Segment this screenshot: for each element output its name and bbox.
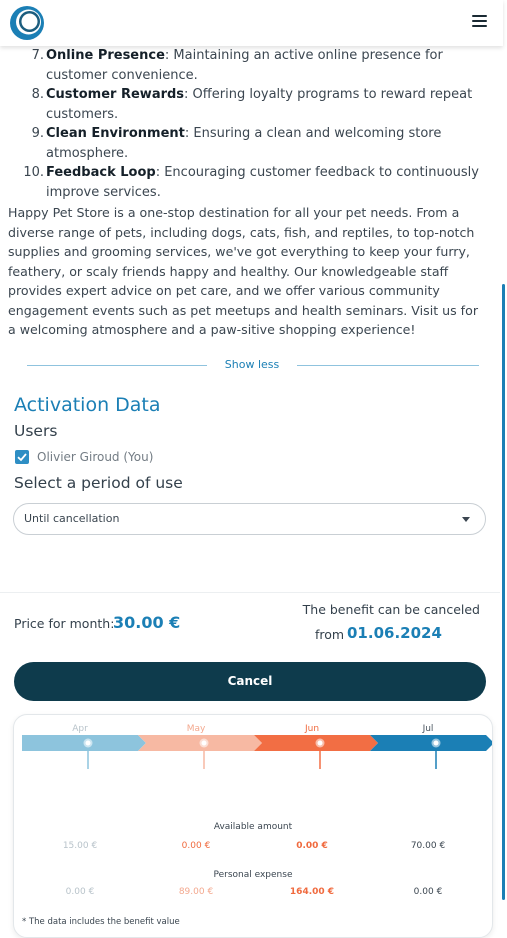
scrollbar[interactable] <box>502 284 505 900</box>
personal-expense-value: 0.00 € <box>65 887 95 897</box>
show-less-divider: Show less <box>27 356 479 376</box>
cancel-button[interactable]: Cancel <box>14 662 486 701</box>
timeline-month-label: Jul <box>422 724 434 734</box>
period-select[interactable]: Until cancellation <box>13 503 486 535</box>
feature-item: 9. Clean Environment: Ensuring a clean an… <box>0 124 480 163</box>
hamburger-menu-icon[interactable] <box>472 15 487 29</box>
feature-item: 7. Online Presence: Maintaining an active… <box>0 46 480 85</box>
benefit-from-date: 01.06.2024 <box>347 624 442 642</box>
personal-expense-value: 164.00 € <box>289 887 335 897</box>
feature-list: 7. Online Presence: Maintaining an active… <box>0 46 480 202</box>
checkbox-checked-icon[interactable] <box>15 450 29 464</box>
benefit-footnote: * The data includes the benefit value <box>22 917 180 927</box>
timeline-month-label: May <box>186 724 206 734</box>
available-amount-value: 0.00 € <box>296 841 328 851</box>
available-amount-value: 70.00 € <box>410 841 446 851</box>
users-label: Users <box>14 422 58 440</box>
available-amount-value: 15.00 € <box>62 841 98 851</box>
section-divider <box>0 592 500 593</box>
chevron-down-icon <box>462 517 470 522</box>
benefit-from-label: from <box>315 627 345 642</box>
available-amount-label: Available amount <box>213 822 293 832</box>
feature-title: Clean Environment <box>46 126 185 141</box>
show-less-link[interactable]: Show less <box>217 358 287 371</box>
timeline-dot <box>85 740 91 746</box>
personal-expense-value: 0.00 € <box>413 887 443 897</box>
available-amount-value: 0.00 € <box>181 841 211 851</box>
feature-title: Online Presence <box>46 48 165 63</box>
period-label: Select a period of use <box>14 474 183 492</box>
period-select-value: Until cancellation <box>24 512 120 525</box>
activation-data-title: Activation Data <box>14 394 161 416</box>
feature-number: 8. <box>31 87 44 102</box>
timeline-dot <box>317 740 323 746</box>
divider-line-right <box>297 365 479 366</box>
timeline-dot <box>201 740 207 746</box>
feature-item: 8. Customer Rewards: Offering loyalty pro… <box>0 85 480 124</box>
benefit-cancel-text: The benefit can be canceled <box>302 602 480 617</box>
feature-number: 10. <box>23 165 44 180</box>
feature-item: 10. Feedback Loop: Encouraging customer f… <box>0 163 480 202</box>
top-header <box>0 0 503 46</box>
timeline-month-label: Apr <box>72 724 88 734</box>
price-value: 30.00 € <box>113 613 181 632</box>
benefit-timeline-card: Apr May Jun Jul Available amount 15.00 €… <box>13 714 493 938</box>
timeline-segment <box>370 735 492 751</box>
divider-line-left <box>27 365 207 366</box>
feature-title: Feedback Loop <box>46 165 156 180</box>
price-label: Price for month: <box>14 616 115 631</box>
circle-logo-icon[interactable] <box>8 4 46 42</box>
timeline-month-label: Jun <box>304 724 320 734</box>
feature-number: 9. <box>31 126 44 141</box>
feature-title: Customer Rewards <box>46 87 185 102</box>
feature-number: 7. <box>31 48 44 63</box>
store-description: Happy Pet Store is a one-stop destinatio… <box>8 205 479 337</box>
personal-expense-value: 89.00 € <box>178 887 214 897</box>
personal-expense-label: Personal expense <box>213 870 293 880</box>
user-name-label: Olivier Giroud (You) <box>37 450 154 464</box>
timeline-dot <box>433 740 439 746</box>
